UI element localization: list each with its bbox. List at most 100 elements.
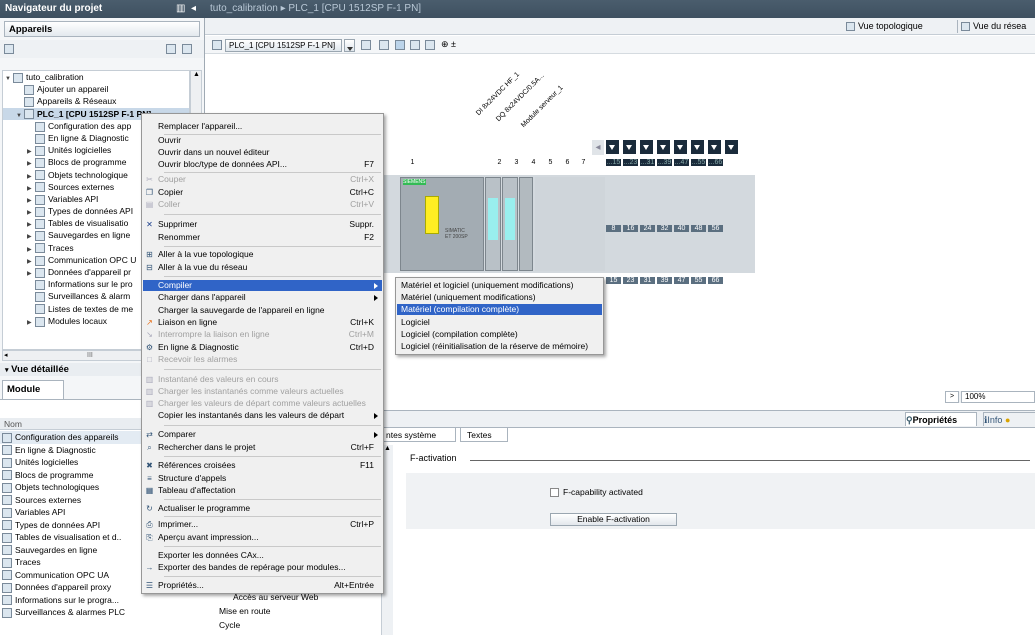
compile-option[interactable]: Logiciel (compilation complète) — [397, 329, 602, 340]
menu-item-ouvrir-dans-un-nouvel-éditeur[interactable]: Ouvrir dans un nouvel éditeur — [143, 147, 382, 158]
expand-slots-button[interactable]: ◂ — [592, 140, 604, 155]
menu-item-imprimer[interactable]: ⎙ Imprimer... Ctrl+P — [143, 519, 382, 530]
expand-arrow-icon[interactable]: ▶ — [27, 317, 35, 327]
compile-option[interactable]: Logiciel — [397, 317, 602, 328]
expand-arrow-icon[interactable]: ▶ — [27, 219, 35, 229]
menu-item-comparer[interactable]: ⇄ Comparer — [143, 429, 382, 440]
nav-tree-item[interactable]: Ajouter un appareil — [3, 83, 189, 95]
menu-item-compiler[interactable]: Compiler — [143, 280, 382, 291]
zoom-toggle[interactable]: ± — [451, 39, 456, 49]
menu-item-ouvrir-bloc-type-de-données-api[interactable]: Ouvrir bloc/type de données API... F7 — [143, 159, 382, 170]
expand-arrow-icon[interactable]: ▶ — [27, 231, 35, 241]
expand-arrow-icon[interactable]: ▶ — [27, 183, 35, 193]
slot-expander[interactable] — [657, 140, 670, 154]
menu-item-exporter-des-bandes-de-repérage-pour-modules[interactable]: → Exporter des bandes de repérage pour mo… — [143, 562, 382, 573]
menu-item-supprimer[interactable]: ✕ Supprimer Suppr. — [143, 219, 382, 230]
device-settings-icon[interactable] — [361, 40, 371, 50]
menu-item-interrompre-la-liaison-en-ligne[interactable]: ↘ Interrompre la liaison en ligne Ctrl+M — [143, 329, 382, 340]
breadcrumb-root[interactable]: tuto_calibration — [210, 3, 278, 14]
expand-arrow-icon[interactable]: ▶ — [27, 268, 35, 278]
menu-item-exporter-les-données-cax[interactable]: Exporter les données CAx... — [143, 550, 382, 561]
slot-expander[interactable] — [640, 140, 653, 154]
detail-list-item[interactable]: Informations sur le progra... — [0, 594, 205, 607]
cpu-module[interactable]: SIEMENS SIMATIC ET 200SP — [400, 177, 484, 271]
menu-item-aperçu-avant-impression[interactable]: ⎘ Aperçu avant impression... — [143, 532, 382, 543]
expand-arrow-icon[interactable]: ▶ — [27, 158, 35, 168]
menu-item-instantané-des-valeurs-en-cours[interactable]: ▥ Instantané des valeurs en cours — [143, 374, 382, 385]
menu-item-tableau-d-affectation[interactable]: ▦ Tableau d'affectation — [143, 485, 382, 496]
slot-expander[interactable] — [606, 140, 619, 154]
menu-item-copier[interactable]: ❐ Copier Ctrl+C — [143, 187, 382, 198]
draw-icon[interactable] — [395, 40, 405, 50]
menu-item-en-ligne-diagnostic[interactable]: ⚙ En ligne & Diagnostic Ctrl+D — [143, 342, 382, 353]
menu-item-rechercher-dans-le-projet[interactable]: ⌕ Rechercher dans le projet Ctrl+F — [143, 442, 382, 453]
slot-expander[interactable] — [725, 140, 738, 154]
menu-item-couper[interactable]: ✂ Couper Ctrl+X — [143, 174, 382, 185]
scroll-up-icon[interactable]: ▲ — [193, 71, 200, 78]
menu-item-charger-les-valeurs-de-départ-comme-valeurs-actuelles[interactable]: ▥ Charger les valeurs de départ comme val… — [143, 398, 382, 409]
device-data-icon[interactable] — [379, 40, 389, 50]
menu-item-charger-la-sauvegarde-de-l-appareil-en-ligne[interactable]: Charger la sauvegarde de l'appareil en l… — [143, 305, 382, 316]
device-icon[interactable] — [212, 40, 222, 50]
pin-icon[interactable]: ▥ — [176, 0, 185, 18]
collapse-left-icon[interactable]: ◂ — [191, 0, 196, 18]
nav-tree-item[interactable]: ▼ tuto_calibration — [3, 71, 189, 83]
device-list-icon[interactable] — [4, 44, 14, 54]
expand-arrow-icon[interactable]: ▶ — [27, 195, 35, 205]
menu-item-copier-les-instantanés-dans-les-valeurs-de-départ[interactable]: Copier les instantanés dans les valeurs … — [143, 410, 382, 421]
server-module[interactable] — [519, 177, 533, 271]
expand-arrow-icon[interactable]: ▶ — [27, 256, 35, 266]
expand-arrow-icon[interactable]: ▼ — [16, 110, 24, 120]
page-icon[interactable] — [425, 40, 435, 50]
zoom-in-icon[interactable]: ⊕ — [441, 39, 449, 50]
compile-option[interactable]: Matériel et logiciel (uniquement modific… — [397, 280, 602, 291]
device-select-dropdown[interactable] — [344, 39, 355, 52]
menu-item-ouvrir[interactable]: Ouvrir — [143, 135, 382, 146]
compile-option[interactable]: Logiciel (réinitialisation de la réserve… — [397, 341, 602, 352]
info-tab[interactable]: ℹInfo ● — [983, 412, 1035, 426]
inspector-tab-textes[interactable]: Textes — [460, 428, 508, 442]
compile-option[interactable]: Matériel (compilation complète) — [397, 304, 602, 316]
menu-item-recevoir-les-alarmes[interactable]: □ Recevoir les alarmes — [143, 354, 382, 365]
menu-item-actualiser-le-programme[interactable]: ↻ Actualiser le programme — [143, 503, 382, 514]
expand-arrow-icon[interactable]: ▶ — [27, 171, 35, 181]
enable-f-activation-button[interactable]: Enable F-activation — [550, 513, 677, 526]
menu-item-charger-dans-l-appareil[interactable]: Charger dans l'appareil — [143, 292, 382, 303]
properties-tab[interactable]: ⚲Propriétés — [905, 412, 977, 426]
scroll-grip[interactable]: III — [87, 351, 93, 360]
grid-view-icon[interactable] — [166, 44, 176, 54]
inspector-list-item[interactable]: Mise en route — [219, 606, 271, 616]
menu-item-coller[interactable]: ▤ Coller Ctrl+V — [143, 199, 382, 210]
expand-arrow-icon[interactable]: ▶ — [27, 146, 35, 156]
menu-item-structure-d-appels[interactable]: ≡ Structure d'appels — [143, 473, 382, 484]
zoom-expand-icon[interactable]: > — [945, 391, 959, 403]
menu-item-charger-les-instantanés-comme-valeurs-actuelles[interactable]: ▥ Charger les instantanés comme valeurs a… — [143, 386, 382, 397]
expand-arrow-icon[interactable]: ▶ — [27, 207, 35, 217]
io-module-2[interactable] — [502, 177, 518, 271]
io-module-1[interactable] — [485, 177, 501, 271]
device-select[interactable]: PLC_1 [CPU 1512SP F-1 PN] — [225, 39, 342, 52]
scroll-left-icon[interactable]: ◂ — [4, 351, 8, 360]
table-icon[interactable] — [410, 40, 420, 50]
breadcrumb-leaf[interactable]: PLC_1 [CPU 1512SP F-1 PN] — [288, 3, 421, 14]
inspector-tab-system[interactable]: ntes système — [382, 428, 456, 442]
menu-item-liaison-en-ligne[interactable]: ↗ Liaison en ligne Ctrl+K — [143, 317, 382, 328]
slot-expander[interactable] — [691, 140, 704, 154]
menu-item-aller-à-la-vue-topologique[interactable]: ⊞ Aller à la vue topologique — [143, 249, 382, 260]
menu-item-références-croisées[interactable]: ✖ Références croisées F11 — [143, 460, 382, 471]
zoom-level-input[interactable]: 100% — [961, 391, 1035, 403]
detail-list-item[interactable]: Surveillances & alarmes PLC — [0, 606, 205, 619]
menu-item-remplacer-l-appareil[interactable]: Remplacer l'appareil... — [143, 121, 382, 132]
f-capability-checkbox[interactable] — [550, 488, 559, 497]
slot-expander[interactable] — [708, 140, 721, 154]
slot-expander[interactable] — [623, 140, 636, 154]
expand-arrow-icon[interactable]: ▶ — [27, 244, 35, 254]
tab-appareils[interactable]: Appareils — [4, 21, 200, 37]
slot-expander[interactable] — [674, 140, 687, 154]
tab-module[interactable]: Module — [2, 380, 64, 399]
expand-icon[interactable]: ▾ — [5, 367, 9, 374]
menu-item-aller-à-la-vue-du-réseau[interactable]: ⊟ Aller à la vue du réseau — [143, 262, 382, 273]
topology-view-button[interactable]: Vue topologique — [846, 20, 954, 33]
nav-tree-item[interactable]: Appareils & Réseaux — [3, 95, 189, 108]
menu-item-propriétés[interactable]: ☰ Propriétés... Alt+Entrée — [143, 580, 382, 591]
